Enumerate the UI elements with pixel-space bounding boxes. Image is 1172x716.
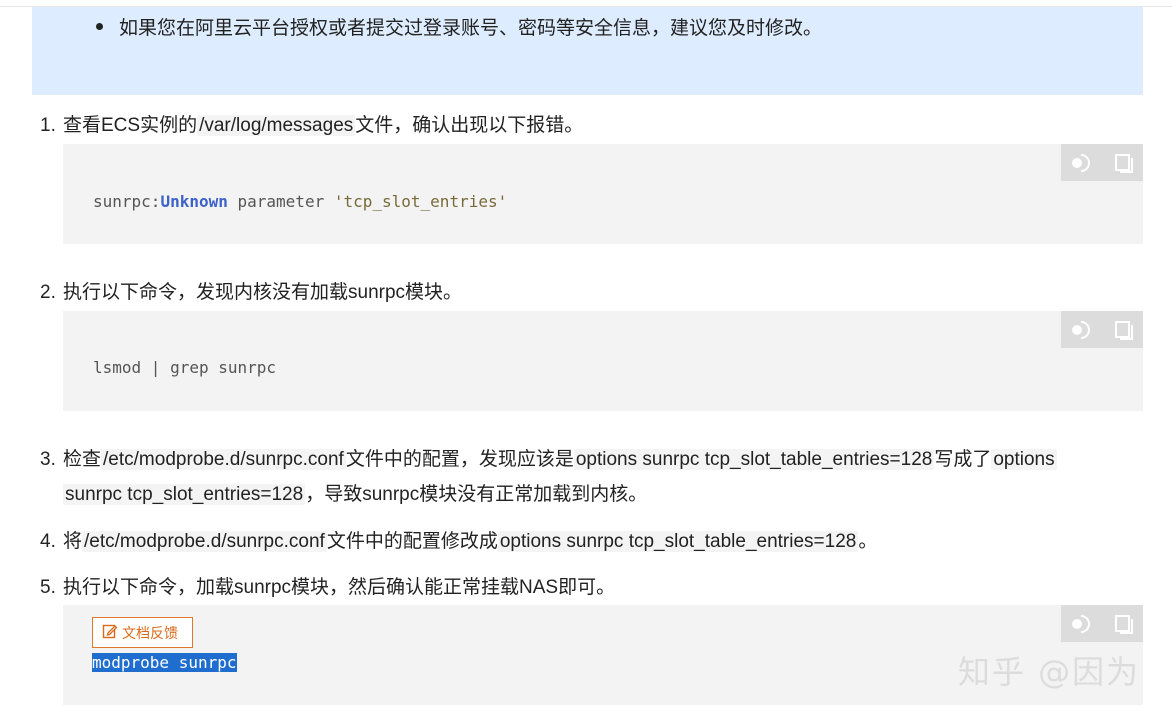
step-number: 2. bbox=[40, 282, 56, 303]
step-text: 检查 bbox=[63, 449, 102, 470]
feedback-label: 文档反馈 bbox=[122, 624, 178, 641]
code-toolbar bbox=[1061, 144, 1143, 181]
inline-code: sunrpc tcp_slot_entries=128 bbox=[63, 484, 306, 505]
step-text: 文件中的配置修改成 bbox=[326, 531, 498, 552]
code-keyword: Unknown bbox=[160, 192, 228, 211]
inline-code: options sunrpc tcp_slot_table_entries=12… bbox=[497, 531, 859, 552]
copy-icon[interactable] bbox=[1113, 152, 1135, 174]
step-text: 文件，确认出现以下报错。 bbox=[355, 115, 584, 136]
copy-icon[interactable] bbox=[1113, 319, 1135, 341]
doc-feedback-button[interactable]: 文档反馈 bbox=[92, 617, 193, 648]
bullet-dot bbox=[96, 23, 103, 30]
step-3-continued: sunrpc tcp_slot_entries=128 ，导致sunrpc模块没有… bbox=[63, 482, 647, 508]
inline-code: /etc/modprobe.d/sunrpc.conf bbox=[82, 531, 327, 552]
step-text: ，导致sunrpc模块没有正常加载到内核。 bbox=[305, 484, 648, 505]
selected-code: modprobe sunrpc bbox=[92, 653, 237, 672]
inline-code: /var/log/messages bbox=[197, 115, 356, 136]
inline-code: options bbox=[991, 449, 1057, 470]
run-icon[interactable] bbox=[1069, 152, 1097, 174]
edit-icon bbox=[102, 623, 118, 642]
code-content: lsmod | grep sunrpc bbox=[93, 358, 277, 377]
step-text: 写成了 bbox=[934, 449, 992, 470]
copy-icon[interactable] bbox=[1113, 613, 1135, 635]
security-notice: 如果您在阿里云平台授权或者提交过登录账号、密码等安全信息，建议您及时修改。 bbox=[32, 7, 1143, 95]
step-text: 。 bbox=[858, 531, 878, 552]
notice-text: 如果您在阿里云平台授权或者提交过登录账号、密码等安全信息，建议您及时修改。 bbox=[119, 18, 823, 39]
step-1: 1. 查看ECS实例的/var/log/messages 文件，确认出现以下报错。 bbox=[40, 113, 583, 139]
step-text: 将 bbox=[63, 531, 83, 552]
code-string: 'tcp_slot_entries' bbox=[333, 192, 508, 211]
step-text: 执行以下命令，发现内核没有加载sunrpc模块。 bbox=[63, 282, 463, 303]
code-content: sunrpc:Unknown parameter 'tcp_slot_entri… bbox=[93, 192, 507, 211]
step-5: 5. 执行以下命令，加载sunrpc模块，然后确认能正常挂载NAS即可。 bbox=[40, 575, 615, 601]
step-number: 1. bbox=[40, 115, 56, 136]
code-block-1: sunrpc:Unknown parameter 'tcp_slot_entri… bbox=[63, 144, 1143, 244]
code-block-2: lsmod | grep sunrpc bbox=[63, 311, 1143, 411]
code-token: sunrpc: bbox=[93, 192, 161, 211]
code-toolbar bbox=[1061, 605, 1143, 642]
step-2: 2. 执行以下命令，发现内核没有加载sunrpc模块。 bbox=[40, 280, 462, 306]
code-toolbar bbox=[1061, 311, 1143, 348]
run-icon[interactable] bbox=[1069, 319, 1097, 341]
zhihu-watermark: 知乎 @因为 bbox=[958, 653, 1141, 691]
step-number: 5. bbox=[40, 577, 56, 598]
run-icon[interactable] bbox=[1069, 613, 1097, 635]
step-number: 3. bbox=[40, 449, 56, 470]
step-4: 4. 将/etc/modprobe.d/sunrpc.conf 文件中的配置修改成 o… bbox=[40, 529, 877, 555]
step-3: 3. 检查/etc/modprobe.d/sunrpc.conf 文件中的配置，发现… bbox=[40, 447, 1057, 473]
inline-code: options sunrpc tcp_slot_table_entries=12… bbox=[573, 449, 935, 470]
inline-code: /etc/modprobe.d/sunrpc.conf bbox=[101, 449, 346, 470]
code-token: parameter bbox=[227, 192, 334, 211]
step-text: 查看ECS实例的 bbox=[63, 115, 198, 136]
top-divider bbox=[0, 0, 1172, 7]
code-content: modprobe sunrpc bbox=[92, 653, 237, 672]
step-text: 执行以下命令，加载sunrpc模块，然后确认能正常挂载NAS即可。 bbox=[63, 577, 616, 598]
step-number: 4. bbox=[40, 531, 56, 552]
step-text: 文件中的配置，发现应该是 bbox=[345, 449, 574, 470]
